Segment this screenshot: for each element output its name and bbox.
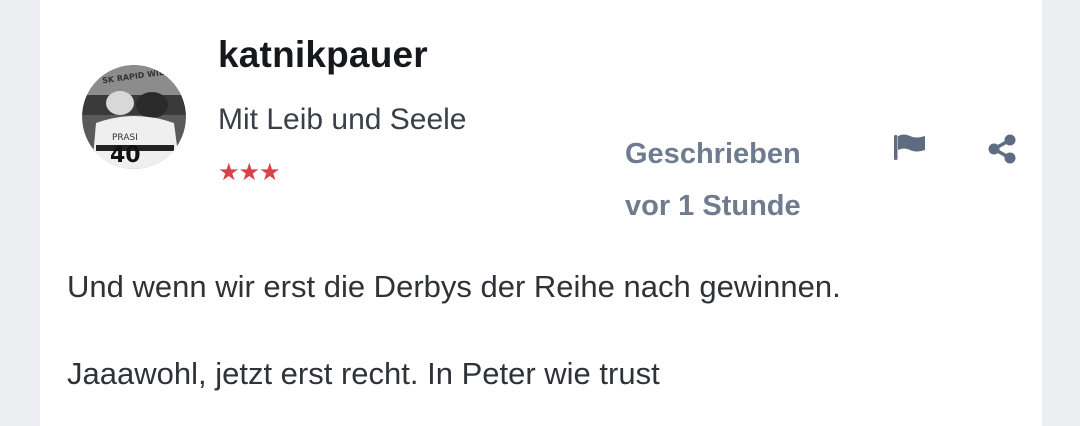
author-username[interactable]: katnikpauer — [218, 34, 428, 76]
post-card: PRASI 40 SK RAPID WIEN katnikpauer Mit L… — [40, 0, 1042, 426]
post-timestamp[interactable]: Geschrieben vor 1 Stunde — [625, 128, 855, 232]
share-button[interactable] — [982, 129, 1022, 169]
avatar-shirt-number: 40 — [110, 143, 141, 168]
report-button[interactable] — [890, 127, 930, 167]
flag-icon — [894, 134, 925, 160]
avatar-image: PRASI 40 SK RAPID WIEN — [82, 65, 186, 169]
posted-time: vor 1 Stunde — [625, 190, 801, 222]
author-title: Mit Leib und Seele — [218, 103, 467, 136]
rank-stars: ★★★ — [218, 159, 281, 186]
avatar-shirt-name: PRASI — [112, 133, 138, 143]
post-paragraph: Und wenn wir erst die Derbys der Reihe n… — [67, 269, 841, 304]
post-body: Und wenn wir erst die Derbys der Reihe n… — [67, 265, 1017, 396]
posted-label: Geschrieben — [625, 138, 801, 170]
share-icon — [988, 134, 1016, 164]
avatar[interactable]: PRASI 40 SK RAPID WIEN — [82, 65, 186, 169]
post-paragraph: Jaaawohl, jetzt erst recht. In Peter wie… — [67, 356, 660, 391]
